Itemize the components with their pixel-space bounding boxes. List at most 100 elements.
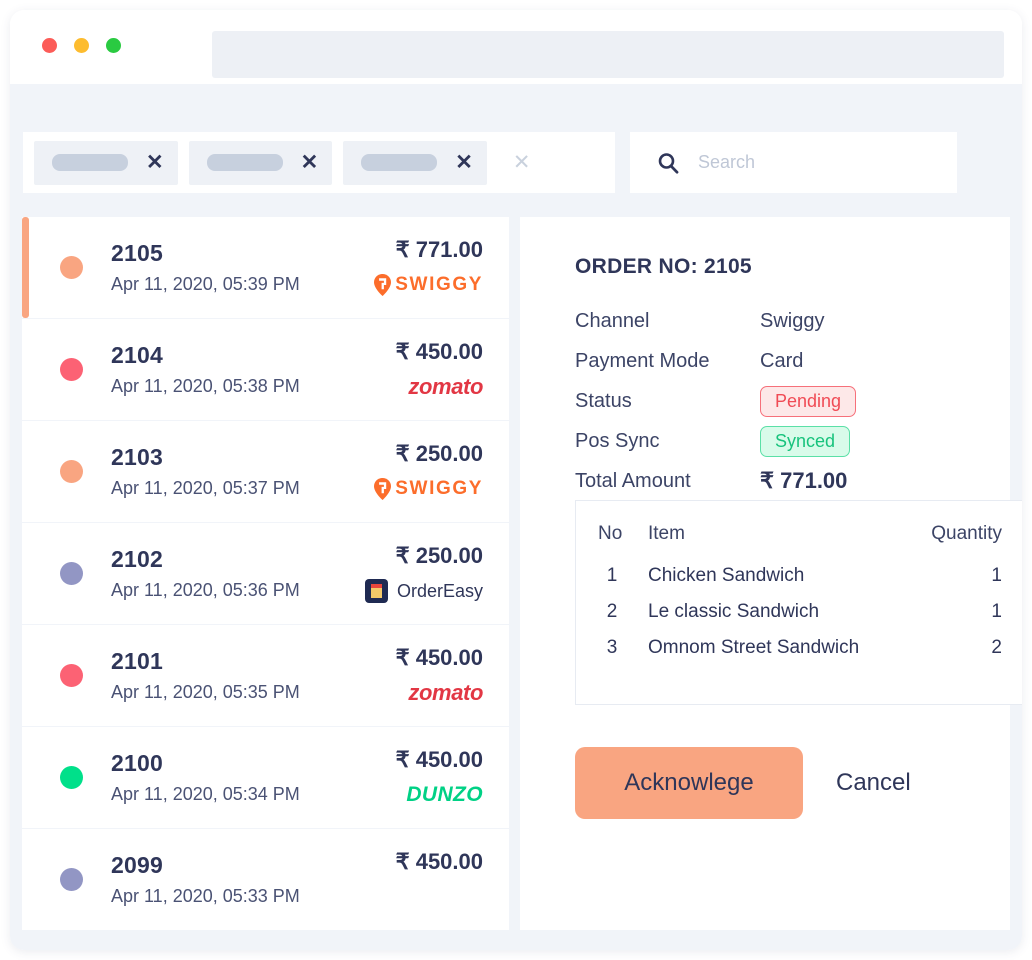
filter-chip-1-label [52, 154, 128, 171]
order-channel-logo: zomato [408, 374, 483, 400]
column-header-quantity: Quantity [908, 523, 1022, 558]
minimize-window-button[interactable] [74, 38, 89, 53]
order-channel-logo: DUNZO [406, 782, 483, 808]
detail-value-total-amount: ₹ 771.00 [760, 468, 847, 494]
order-channel-logo: OrderEasy [365, 578, 483, 604]
detail-label-pos-sync: Pos Sync [575, 430, 760, 453]
address-bar[interactable] [212, 31, 1004, 78]
order-date: Apr 11, 2020, 05:37 PM [111, 478, 374, 499]
status-badge: Pending [760, 386, 856, 417]
filter-chip-2-label [207, 154, 283, 171]
detail-row-total-amount: Total Amount ₹ 771.00 [575, 461, 975, 501]
zomato-logo: zomato [408, 680, 483, 706]
order-channel-logo: zomato [408, 680, 483, 706]
order-id: 2103 [111, 444, 374, 471]
order-list-item[interactable]: 2105Apr 11, 2020, 05:39 PM₹ 771.00SWIGGY [22, 217, 509, 318]
order-actions: Acknowlege Cancel [575, 747, 911, 819]
table-row: 1Chicken Sandwich1 [576, 558, 1022, 594]
detail-value-channel: Swiggy [760, 310, 824, 333]
order-channel-logo: SWIGGY [374, 476, 483, 502]
search-icon [656, 151, 680, 175]
order-items-card: No Item Quantity 1Chicken Sandwich12Le c… [575, 500, 1022, 705]
search-input[interactable] [698, 152, 928, 173]
orders-list[interactable]: 2105Apr 11, 2020, 05:39 PM₹ 771.00SWIGGY… [22, 217, 509, 930]
browser-title-bar [10, 10, 1022, 84]
order-status-dot [60, 766, 83, 789]
filter-chip-3-label [361, 154, 437, 171]
order-detail-title: ORDER NO: 2105 [575, 255, 752, 279]
cell-item: Le classic Sandwich [648, 594, 908, 630]
order-list-item[interactable]: 2101Apr 11, 2020, 05:35 PM₹ 450.00zomato [22, 625, 509, 726]
cell-quantity: 1 [908, 594, 1022, 630]
close-window-button[interactable] [42, 38, 57, 53]
cell-quantity: 1 [908, 558, 1022, 594]
order-amount: ₹ 450.00 [396, 747, 483, 773]
order-status-dot [60, 868, 83, 891]
table-row: 2Le classic Sandwich1 [576, 594, 1022, 630]
order-id: 2104 [111, 342, 396, 369]
order-date: Apr 11, 2020, 05:36 PM [111, 580, 365, 601]
column-header-item: Item [648, 523, 908, 558]
cancel-button[interactable]: Cancel [836, 769, 911, 797]
order-channel-logo: SWIGGY [374, 272, 483, 298]
swiggy-logo: SWIGGY [374, 478, 483, 500]
table-header-row: No Item Quantity [576, 523, 1022, 558]
swiggy-logo-text: SWIGGY [395, 274, 483, 296]
zomato-logo: zomato [408, 374, 483, 400]
acknowledge-button[interactable]: Acknowlege [575, 747, 803, 819]
order-id: 2102 [111, 546, 365, 573]
order-date: Apr 11, 2020, 05:38 PM [111, 376, 396, 397]
dunzo-logo: DUNZO [406, 783, 483, 807]
order-id: 2101 [111, 648, 396, 675]
cell-quantity: 2 [908, 630, 1022, 666]
swiggy-logo-text: SWIGGY [395, 478, 483, 500]
cell-no: 2 [576, 594, 648, 630]
order-amount: ₹ 250.00 [396, 543, 483, 569]
detail-row-channel: Channel Swiggy [575, 301, 975, 341]
order-list-item[interactable]: 2099Apr 11, 2020, 05:33 PM₹ 450.00 [22, 829, 509, 930]
order-id: 2099 [111, 852, 396, 879]
detail-value-payment-mode: Card [760, 350, 803, 373]
order-status-dot [60, 460, 83, 483]
order-status-dot [60, 562, 83, 585]
search-bar[interactable] [630, 132, 957, 193]
order-date: Apr 11, 2020, 05:35 PM [111, 682, 396, 703]
cell-item: Omnom Street Sandwich [648, 630, 908, 666]
filter-bar: ✕ ✕ ✕ ✕ [23, 132, 615, 193]
detail-label-status: Status [575, 390, 760, 413]
swiggy-logo: SWIGGY [374, 274, 483, 296]
order-amount: ₹ 450.00 [396, 339, 483, 365]
filter-chip-2[interactable]: ✕ [189, 141, 333, 185]
filter-chip-3[interactable]: ✕ [343, 141, 487, 185]
order-list-item[interactable]: 2103 Apr 11, 2020, 05:37 PM ₹ 250.00 SWIGGY [22, 421, 509, 522]
filter-chip-1[interactable]: ✕ [34, 141, 178, 185]
detail-row-payment-mode: Payment Mode Card [575, 341, 975, 381]
order-list-item[interactable]: 2102 Apr 11, 2020, 05:36 PM ₹ 250.00 OrderE… [22, 523, 509, 624]
filter-chip-2-remove-icon[interactable]: ✕ [301, 152, 319, 173]
order-list-item[interactable]: 2104 Apr 11, 2020, 05:38 PM₹ 450.00 zomato [22, 319, 509, 420]
filter-chip-3-remove-icon[interactable]: ✕ [455, 152, 473, 173]
cell-no: 1 [576, 558, 648, 594]
detail-row-pos-sync: Pos Sync Synced [575, 421, 975, 461]
ordereasy-logo: OrderEasy [365, 579, 483, 603]
order-status-dot [60, 358, 83, 381]
swiggy-pin-icon [374, 478, 391, 500]
ordereasy-icon [365, 579, 388, 603]
order-list-item[interactable]: 2100Apr 11, 2020, 05:34 PM₹ 450.00DUNZO [22, 727, 509, 828]
maximize-window-button[interactable] [106, 38, 121, 53]
order-date: Apr 11, 2020, 05:33 PM [111, 886, 396, 907]
table-row: 3Omnom Street Sandwich2 [576, 630, 1022, 666]
order-items-table: No Item Quantity 1Chicken Sandwich12Le c… [576, 523, 1022, 666]
cell-no: 3 [576, 630, 648, 666]
order-detail-panel: ORDER NO: 2105 Channel Swiggy Payment Mo… [520, 217, 1010, 930]
order-amount: ₹ 250.00 [396, 441, 483, 467]
cell-item: Chicken Sandwich [648, 558, 908, 594]
order-status-dot [60, 256, 83, 279]
clear-all-filters-icon[interactable]: ✕ [513, 152, 531, 173]
swiggy-pin-icon [374, 274, 391, 296]
filter-chip-1-remove-icon[interactable]: ✕ [146, 152, 164, 173]
order-id: 2105 [111, 240, 374, 267]
detail-label-channel: Channel [575, 310, 760, 333]
column-header-no: No [576, 523, 648, 558]
content-area: ✕ ✕ ✕ ✕ 2105Apr 11, 2020, 05:39 P [10, 84, 1022, 950]
